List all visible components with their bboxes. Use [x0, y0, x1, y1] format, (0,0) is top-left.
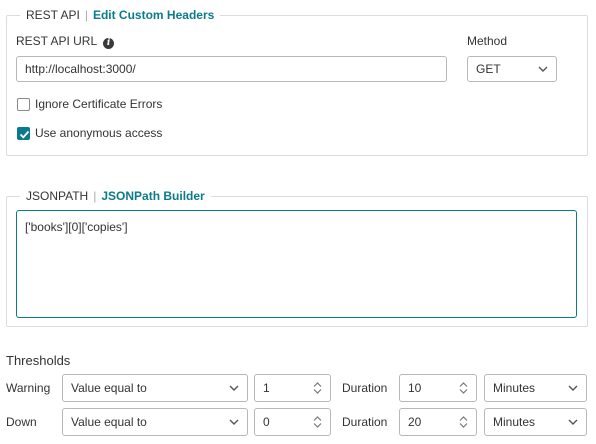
jsonpath-builder-link[interactable]: JSONPath Builder: [101, 189, 204, 203]
jsonpath-section-title: JSONPATH: [26, 189, 89, 203]
spinner-up-icon[interactable]: [313, 382, 322, 387]
spinner-down-icon[interactable]: [313, 423, 322, 428]
down-condition-select[interactable]: Value equal to: [62, 408, 248, 436]
rest-api-url-label-text: REST API URL: [16, 34, 98, 48]
warning-duration-spinner[interactable]: [459, 382, 468, 394]
down-value: 0: [263, 415, 270, 429]
warning-duration-value: 10: [408, 381, 422, 395]
rest-api-url-label: REST API URL i: [16, 34, 115, 49]
jsonpath-value: ['books'][0]['copies']: [25, 220, 128, 234]
legend-separator: |: [84, 8, 88, 22]
warning-duration-stepper[interactable]: 10: [399, 374, 477, 402]
rest-api-url-input[interactable]: http://localhost:3000/: [16, 56, 447, 82]
warning-duration-label: Duration: [342, 381, 388, 395]
down-duration-stepper[interactable]: 20: [399, 408, 477, 436]
use-anonymous-access-label: Use anonymous access: [35, 126, 163, 140]
chevron-down-icon: [568, 419, 578, 425]
warning-condition-select[interactable]: Value equal to: [62, 374, 248, 402]
chevron-down-icon: [229, 385, 239, 391]
warning-label: Warning: [6, 381, 51, 395]
down-duration-spinner[interactable]: [459, 416, 468, 428]
rest-api-url-value: http://localhost:3000/: [25, 62, 136, 76]
down-value-spinner[interactable]: [313, 416, 322, 428]
warning-unit-value: Minutes: [493, 381, 536, 395]
warning-unit-select[interactable]: Minutes: [484, 374, 587, 402]
use-anonymous-access-checkbox[interactable]: [17, 127, 30, 140]
method-select-value: GET: [476, 62, 501, 76]
method-select[interactable]: GET: [467, 56, 557, 82]
warning-value-spinner[interactable]: [313, 382, 322, 394]
ignore-certificate-errors-label: Ignore Certificate Errors: [35, 97, 163, 111]
rest-api-section-title: REST API: [26, 8, 80, 22]
edit-custom-headers-link[interactable]: Edit Custom Headers: [93, 8, 214, 22]
warning-value-stepper[interactable]: 1: [254, 374, 331, 402]
chevron-down-icon: [538, 66, 548, 72]
down-unit-select[interactable]: Minutes: [484, 408, 587, 436]
down-duration-value: 20: [408, 415, 422, 429]
down-label: Down: [6, 415, 37, 429]
spinner-up-icon[interactable]: [459, 382, 468, 387]
down-condition-value: Value equal to: [71, 415, 147, 429]
spinner-down-icon[interactable]: [459, 389, 468, 394]
jsonpath-textarea[interactable]: ['books'][0]['copies']: [16, 210, 577, 318]
spinner-down-icon[interactable]: [313, 389, 322, 394]
spinner-down-icon[interactable]: [459, 423, 468, 428]
checkmark-icon: [19, 130, 30, 139]
warning-condition-value: Value equal to: [71, 381, 147, 395]
ignore-certificate-errors-checkbox[interactable]: [17, 98, 30, 111]
down-unit-value: Minutes: [493, 415, 536, 429]
spinner-up-icon[interactable]: [313, 416, 322, 421]
chevron-down-icon: [568, 385, 578, 391]
rest-api-legend: REST API | Edit Custom Headers: [20, 7, 221, 23]
warning-value: 1: [263, 381, 270, 395]
thresholds-title: Thresholds: [6, 353, 71, 368]
jsonpath-legend: JSONPATH | JSONPath Builder: [20, 188, 211, 204]
legend-separator: |: [93, 189, 97, 203]
down-duration-label: Duration: [342, 415, 388, 429]
down-value-stepper[interactable]: 0: [254, 408, 331, 436]
chevron-down-icon: [229, 419, 239, 425]
info-icon[interactable]: i: [103, 38, 115, 49]
method-label: Method: [467, 34, 508, 48]
spinner-up-icon[interactable]: [459, 416, 468, 421]
